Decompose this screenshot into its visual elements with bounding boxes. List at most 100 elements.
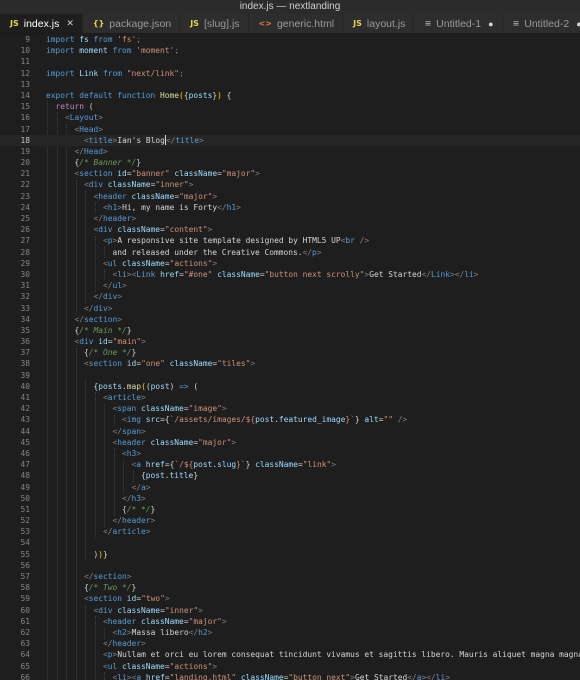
tab-package-json[interactable]: {} package.json (82, 14, 181, 33)
code-line[interactable]: 41 <article> (0, 392, 580, 403)
close-tab-icon[interactable]: ✕ (66, 18, 74, 29)
code-line[interactable]: 38 <section id="one" className="tiles"> (0, 358, 580, 369)
code-token: > (141, 493, 146, 503)
code-token: section (88, 359, 127, 369)
code-line[interactable]: 64 <p>Nullam et orci eu lorem consequat … (0, 649, 580, 660)
code-token: > (231, 437, 237, 447)
code-line[interactable]: 15 return ( (0, 101, 580, 112)
window-titlebar: index.js — nextlanding (0, 0, 580, 14)
code-line[interactable]: 33 </div> (0, 303, 580, 314)
code-line[interactable]: 26 <div className="content"> (0, 224, 580, 235)
code-line[interactable]: 57 </section> (0, 571, 580, 582)
tab-label: Untitled-2 (524, 17, 570, 30)
code-token: a (136, 672, 146, 680)
code-token: ; (136, 35, 142, 44)
code-line[interactable]: 61 <header className="major"> (0, 616, 580, 627)
code-line[interactable]: 9 import fs from 'fs'; (0, 34, 580, 45)
code-line[interactable]: 19 </Head> (0, 146, 580, 157)
unsaved-dot-icon[interactable]: ● (576, 19, 580, 29)
code-text: </Head> (46, 146, 108, 157)
code-line[interactable]: 49 </a> (0, 482, 580, 493)
code-line[interactable]: 10 import moment from 'moment'; (0, 45, 580, 56)
code-line[interactable]: 25 </header> (0, 213, 580, 224)
code-token: className (255, 460, 298, 470)
code-line[interactable]: 65 <ul className="actions"> (0, 661, 580, 672)
code-line[interactable]: 29 <ul className="actions"> (0, 258, 580, 269)
code-line[interactable]: 28 and released under the Creative Commo… (0, 247, 580, 258)
code-line[interactable]: 44 </span> (0, 426, 580, 437)
code-line[interactable]: 22 <div className="inner"> (0, 179, 580, 190)
code-line[interactable]: 11 (0, 56, 580, 67)
file-type-icon: JS (353, 19, 362, 28)
code-line[interactable]: 43 <img src={`/assets/images/${post.feat… (0, 414, 580, 425)
code-token: ></ (421, 672, 436, 680)
line-number: 27 (20, 236, 30, 246)
code-line[interactable]: 60 <div className="inner"> (0, 605, 580, 616)
code-line[interactable]: 16 <Layout> (0, 112, 580, 123)
code-editor[interactable]: 9 import fs from 'fs'; 10 import moment fro… (0, 34, 580, 680)
line-number: 25 (20, 214, 30, 223)
code-line[interactable]: 27 <p>A responsive site template designe… (0, 235, 580, 246)
code-token: header (98, 191, 132, 201)
code-line[interactable]: 21 <section id="banner" className="major… (0, 168, 580, 179)
code-line[interactable]: 36 <div id="main"> (0, 336, 580, 347)
code-token: } (131, 583, 137, 593)
code-token: Massa libero (131, 627, 189, 637)
code-line[interactable]: 20 {/* Banner */} (0, 157, 580, 168)
code-text: import moment from 'moment'; (46, 45, 179, 56)
line-number: 40 (20, 381, 30, 391)
tab-untitled-1[interactable]: ≡ Untitled-1 ● (414, 14, 503, 33)
code-line[interactable]: 52 </header> (0, 515, 580, 526)
code-line[interactable]: 24 <h1>Hi, my name is Forty</h1> (0, 202, 580, 213)
code-line[interactable]: 17 <Head> (0, 124, 580, 135)
code-line[interactable]: 54 (0, 537, 580, 548)
tab-generic-html[interactable]: <> generic.html (248, 14, 344, 33)
code-token: "#one" (183, 269, 218, 279)
code-line[interactable]: 39 (0, 370, 580, 381)
code-line[interactable]: 62 <h2>Massa libero</h2> (0, 627, 580, 638)
tab--slug-js[interactable]: JS [slug].js (180, 14, 249, 33)
code-line[interactable]: 14 export default function Home({posts}) … (0, 90, 580, 101)
code-line[interactable]: 59 <section id="two"> (0, 593, 580, 604)
tab-index-js[interactable]: JS index.js ✕ (0, 14, 83, 33)
unsaved-dot-icon[interactable]: ● (488, 19, 493, 29)
code-line[interactable]: 66 <li><a href="landing.html" className=… (0, 672, 580, 680)
code-line[interactable]: 12 import Link from "next/link"; (0, 68, 580, 79)
code-token: h2 (198, 627, 208, 637)
code-line[interactable]: 63 </header> (0, 638, 580, 649)
code-line[interactable]: 31 </ul> (0, 280, 580, 291)
code-line[interactable]: 18 <title>Ian's Blog</title> (0, 134, 580, 146)
tab-untitled-2[interactable]: ≡ Untitled-2 ● (502, 14, 580, 33)
code-line[interactable]: 46 <h3> (0, 448, 580, 459)
code-line[interactable]: 45 <header className="major"> (0, 437, 580, 448)
code-line[interactable]: 53 </article> (0, 526, 580, 537)
code-line[interactable]: 48 {post.title} (0, 470, 580, 481)
code-line[interactable]: 34 </section> (0, 314, 580, 325)
code-line[interactable]: 30 <li><Link href="#one" className="butt… (0, 269, 580, 280)
code-token: "actions" (169, 661, 213, 671)
tab-layout-js[interactable]: JS layout.js (343, 14, 415, 33)
code-token: > (117, 314, 123, 324)
code-line[interactable]: 40 {posts.map((post) => ( (0, 381, 580, 392)
code-line[interactable]: 32 </div> (0, 291, 580, 302)
code-line[interactable]: 35 {/* Main */} (0, 325, 580, 336)
code-line[interactable]: 13 (0, 79, 580, 90)
code-line[interactable]: 47 <a href={`/${post.slug}`} className="… (0, 459, 580, 470)
code-text: <a href={`/${post.slug}`} className="lin… (46, 459, 336, 470)
code-line[interactable]: 50 </h3> (0, 493, 580, 504)
code-line[interactable]: 51 {/* */} (0, 504, 580, 515)
code-line[interactable]: 55 ))} (0, 549, 580, 560)
code-token: className (141, 616, 184, 626)
code-token: "major" (188, 616, 222, 626)
code-line[interactable]: 58 {/* Two */} (0, 582, 580, 593)
code-text: </ul> (46, 280, 127, 291)
code-line[interactable]: 23 <header className="major"> (0, 191, 580, 202)
code-line[interactable]: 56 (0, 560, 580, 571)
code-line[interactable]: 42 <span className="image"> (0, 403, 580, 414)
code-line[interactable]: 37 {/* One */} (0, 347, 580, 358)
